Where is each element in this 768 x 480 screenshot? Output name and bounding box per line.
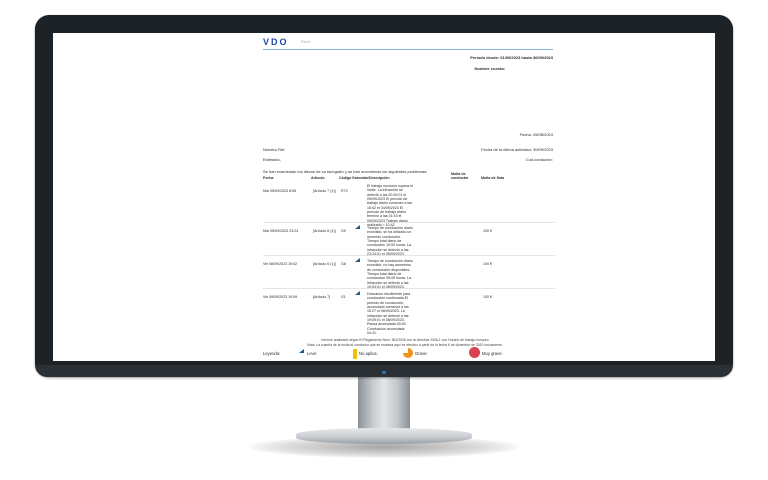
legend-muy-grave-shape: [469, 347, 480, 358]
legend-leve-label: Leve:: [307, 351, 318, 356]
legend-no-aplica-label: No aplica:: [359, 351, 378, 356]
row-divider: [263, 255, 555, 256]
last-activity-date: Fecha de la última actividad: 30/09/2023: [481, 147, 553, 152]
row-1-articulo: [Artículo 7 (1)]: [313, 189, 336, 193]
legend-leve-icon: [299, 349, 304, 353]
severity-leve-icon: [355, 225, 360, 229]
column-header-descripcion: Descripción: [369, 176, 390, 180]
monitor-chin: [35, 365, 733, 377]
row-1-descripcion: El trabajo nocturno supera el límite. La…: [367, 184, 413, 227]
legend-no-aplica-shape: [353, 349, 357, 359]
row-4-codigo: G1: [341, 295, 346, 299]
vdo-logo-sub: Fleet: [301, 39, 310, 44]
infringement-report: VDO Fleet Periodo desde: 01/09/2023 hast…: [255, 33, 555, 361]
row-3-multa-flota: 100 €: [483, 262, 492, 266]
row-3-descripcion: Tiempo de conducción diario excedido, no…: [367, 259, 413, 289]
header-rule: [263, 49, 553, 50]
our-ref-label: Nuestro Ref.: [263, 147, 286, 152]
monitor-base: [296, 428, 472, 444]
legend-muy-grave-icon: [469, 347, 480, 358]
row-4-multa-flota: 100 €: [483, 295, 492, 299]
row-2-descripcion: Tiempo de conducción diario excedido, se…: [367, 226, 413, 256]
column-header-multa-flota: Multa de flota: [481, 176, 505, 180]
footer-regulation-note: Informe analizado según El Reglamento Nú…: [321, 338, 489, 342]
monitor: VDO Fleet Periodo desde: 01/09/2023 hast…: [35, 15, 733, 377]
row-3-fecha: Vie 08/09/2023 19:52: [263, 262, 298, 266]
footer-fine-note: Nota: La cuantía de la multa al conducto…: [307, 343, 503, 347]
column-header-fecha: Fecha: [263, 176, 274, 180]
report-date: Fecha: 26/08/2024: [519, 132, 553, 137]
report-period: Periodo desde: 01/09/2023 hasta 30/09/20…: [470, 55, 553, 60]
severity-leve-icon: [355, 258, 360, 262]
row-1-fecha: Mar 05/09/2023 8:55: [263, 189, 297, 193]
column-header-codigo: Código: [339, 176, 352, 180]
row-2-codigo: G9: [341, 229, 346, 233]
screen: VDO Fleet Periodo desde: 01/09/2023 hast…: [53, 33, 715, 361]
legend-title: Leyenda:: [263, 351, 281, 356]
report-intro: Se han examinado los discos de su tacógr…: [263, 169, 428, 174]
row-4-fecha: Vie 08/09/2023 19:59: [263, 295, 298, 299]
row-2-articulo: [Artículo 6 (1)]: [313, 229, 336, 233]
power-led-icon: [382, 371, 386, 374]
monitor-neck: [358, 377, 410, 431]
column-header-gravedad: Gravedad: [352, 176, 369, 180]
column-header-multa-conductor: Multa de conductor: [451, 172, 469, 181]
row-divider: [263, 222, 555, 223]
row-4-articulo: [Artículo 7]: [313, 295, 331, 299]
legend-grave-icon: [403, 348, 413, 358]
vdo-logo: VDO: [263, 37, 289, 47]
row-2-multa-flota: 100 €: [483, 229, 492, 233]
legend-grave-label: Grave:: [415, 351, 428, 356]
column-header-articulo: Artículo: [311, 176, 325, 180]
salutation: Estimado,: [263, 157, 281, 162]
row-3-articulo: [Artículo 6 (1)]: [313, 262, 336, 266]
severity-leve-icon: [355, 291, 360, 295]
row-3-codigo: G8: [341, 262, 346, 266]
legend-grave-shape: [403, 348, 413, 358]
legend-muy-grave-label: Muy grave:: [482, 351, 503, 356]
row-1-codigo: R73: [341, 189, 348, 193]
row-4-descripcion: Descanso insuficiente para conducción co…: [367, 292, 411, 335]
driver-code-label: Cod.conductor:: [525, 157, 553, 162]
row-2-fecha: Mar 05/09/2023 23:24: [263, 229, 299, 233]
row-divider: [263, 288, 555, 289]
client-name-label: Nombre cuenta:: [474, 66, 505, 71]
